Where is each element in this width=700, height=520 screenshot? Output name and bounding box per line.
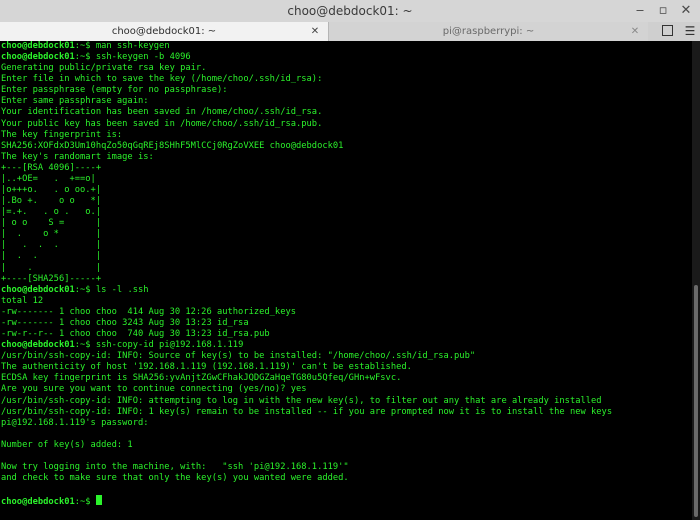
output-line: The key fingerprint is: [1,129,123,140]
output-line: Now try logging into the machine, with: … [1,461,349,472]
prompt-line: choo@debdock01:~$ ssh-copy-id pi@192.168… [1,340,692,351]
command-text: ssh-copy-id pi@192.168.1.119 [95,340,244,351]
output-line: +---[RSA 4096]----+ [1,162,102,173]
output-line: SHA256:XOFdxD3Um10hqZo50qGqREj8SHhF5MlCC… [1,140,344,151]
output-line: Enter file in which to save the key (/ho… [1,74,323,85]
close-icon[interactable]: ✕ [678,3,694,19]
prompt-line: choo@debdock01:~$ ssh-keygen -b 4096 [1,52,692,63]
tab-close-icon[interactable]: ✕ [628,22,642,41]
output-line: Your public key has been saved in /home/… [1,118,323,129]
tab-pi-raspberrypi[interactable]: pi@raspberrypi: ~ ✕ [329,22,648,41]
terminal-output[interactable]: choo@debdock01:~$ man ssh-keygen choo@deb… [0,41,692,520]
prompt-path: :~$ [74,41,96,51]
new-tab-icon [661,25,673,36]
output-line: /usr/bin/ssh-copy-id: INFO: Source of ke… [1,351,476,362]
output-line: Enter passphrase (empty for no passphras… [1,85,228,96]
output-line: -rw------- 1 choo choo 414 Aug 30 12:26 … [1,306,297,317]
output-line: | o o S = | [1,218,102,229]
output-line: |.Bo +. o o *| [1,196,102,207]
tab-bar: choo@debdock01: ~ ✕ pi@raspberrypi: ~ ✕ [0,22,700,41]
output-line: /usr/bin/ssh-copy-id: INFO: attempting t… [1,395,602,406]
scrollbar-thumb[interactable] [694,285,698,517]
window-title: choo@debdock01: ~ [287,4,413,18]
output-line: The authenticity of host '192.168.1.119 … [1,362,412,373]
output-line: The key's randomart image is: [1,151,154,162]
prompt-line: choo@debdock01:~$ [1,495,692,508]
output-line: Number of key(s) added: 1 [1,439,133,450]
output-line: Enter same passphrase again: [1,96,149,107]
output-line: and check to make sure that only the key… [1,473,349,484]
output-line: Your identification has been saved in /h… [1,107,323,118]
text-cursor [95,495,102,506]
output-line: total 12 [1,295,44,306]
new-tab-button[interactable] [657,22,677,41]
output-line: |..+OE= . +==o| [1,173,96,184]
title-bar[interactable]: choo@debdock01: ~ ‒ ▫ ✕ [0,0,700,23]
output-line: | . . | [1,251,102,262]
output-line: -rw------- 1 choo choo 3243 Aug 30 13:23… [1,317,249,328]
output-line: | . o * | [1,229,102,240]
output-line: +----[SHA256]-----+ [1,273,102,284]
minimize-icon[interactable]: ‒ [632,3,648,19]
maximize-icon[interactable]: ▫ [655,3,671,19]
scrollbar[interactable] [692,41,700,520]
output-line: Are you sure you want to continue connec… [1,384,307,395]
output-line: /usr/bin/ssh-copy-id: INFO: 1 key(s) rem… [1,406,613,417]
prompt-path: :~$ [74,497,96,508]
prompt-path: :~$ [74,340,96,351]
command-text: man ssh-keygen [95,41,170,51]
prompt-user: choo@debdock01 [1,497,75,508]
tab-label: choo@debdock01: ~ [111,26,217,37]
tab-label: pi@raspberrypi: ~ [442,26,535,37]
prompt-line: choo@debdock01:~$ man ssh-keygen [1,41,692,52]
output-line: pi@192.168.1.119's password: [1,417,149,428]
prompt-path: :~$ [74,284,96,295]
prompt-user: choo@debdock01 [1,41,75,51]
tab-close-icon[interactable]: ✕ [308,22,322,41]
command-text: ssh-keygen -b 4096 [95,52,191,63]
prompt-line: choo@debdock01:~$ ls -l .ssh [1,285,692,296]
command-text: ls -l .ssh [95,284,149,295]
output-line: Generating public/private rsa key pair. [1,63,207,74]
output-line: -rw-r--r-- 1 choo choo 740 Aug 30 13:23 … [1,329,270,340]
prompt-user: choo@debdock01 [1,52,75,63]
tab-choo-debdock01[interactable]: choo@debdock01: ~ ✕ [0,22,329,41]
output-line: | . | [1,262,102,273]
prompt-user: choo@debdock01 [1,284,75,295]
output-line: |=.+. . o . o.| [1,207,102,218]
terminal-window: choo@debdock01: ~ ‒ ▫ ✕ choo@debdock01: … [0,0,700,520]
prompt-user: choo@debdock01 [1,340,75,351]
prompt-path: :~$ [74,52,96,63]
output-line: |o+++o. . o oo.+| [1,185,102,196]
menu-icon[interactable]: ☰ [680,22,700,41]
output-line: | . . . | [1,240,102,251]
output-line: ECDSA key fingerprint is SHA256:yvAnjtZG… [1,373,402,384]
